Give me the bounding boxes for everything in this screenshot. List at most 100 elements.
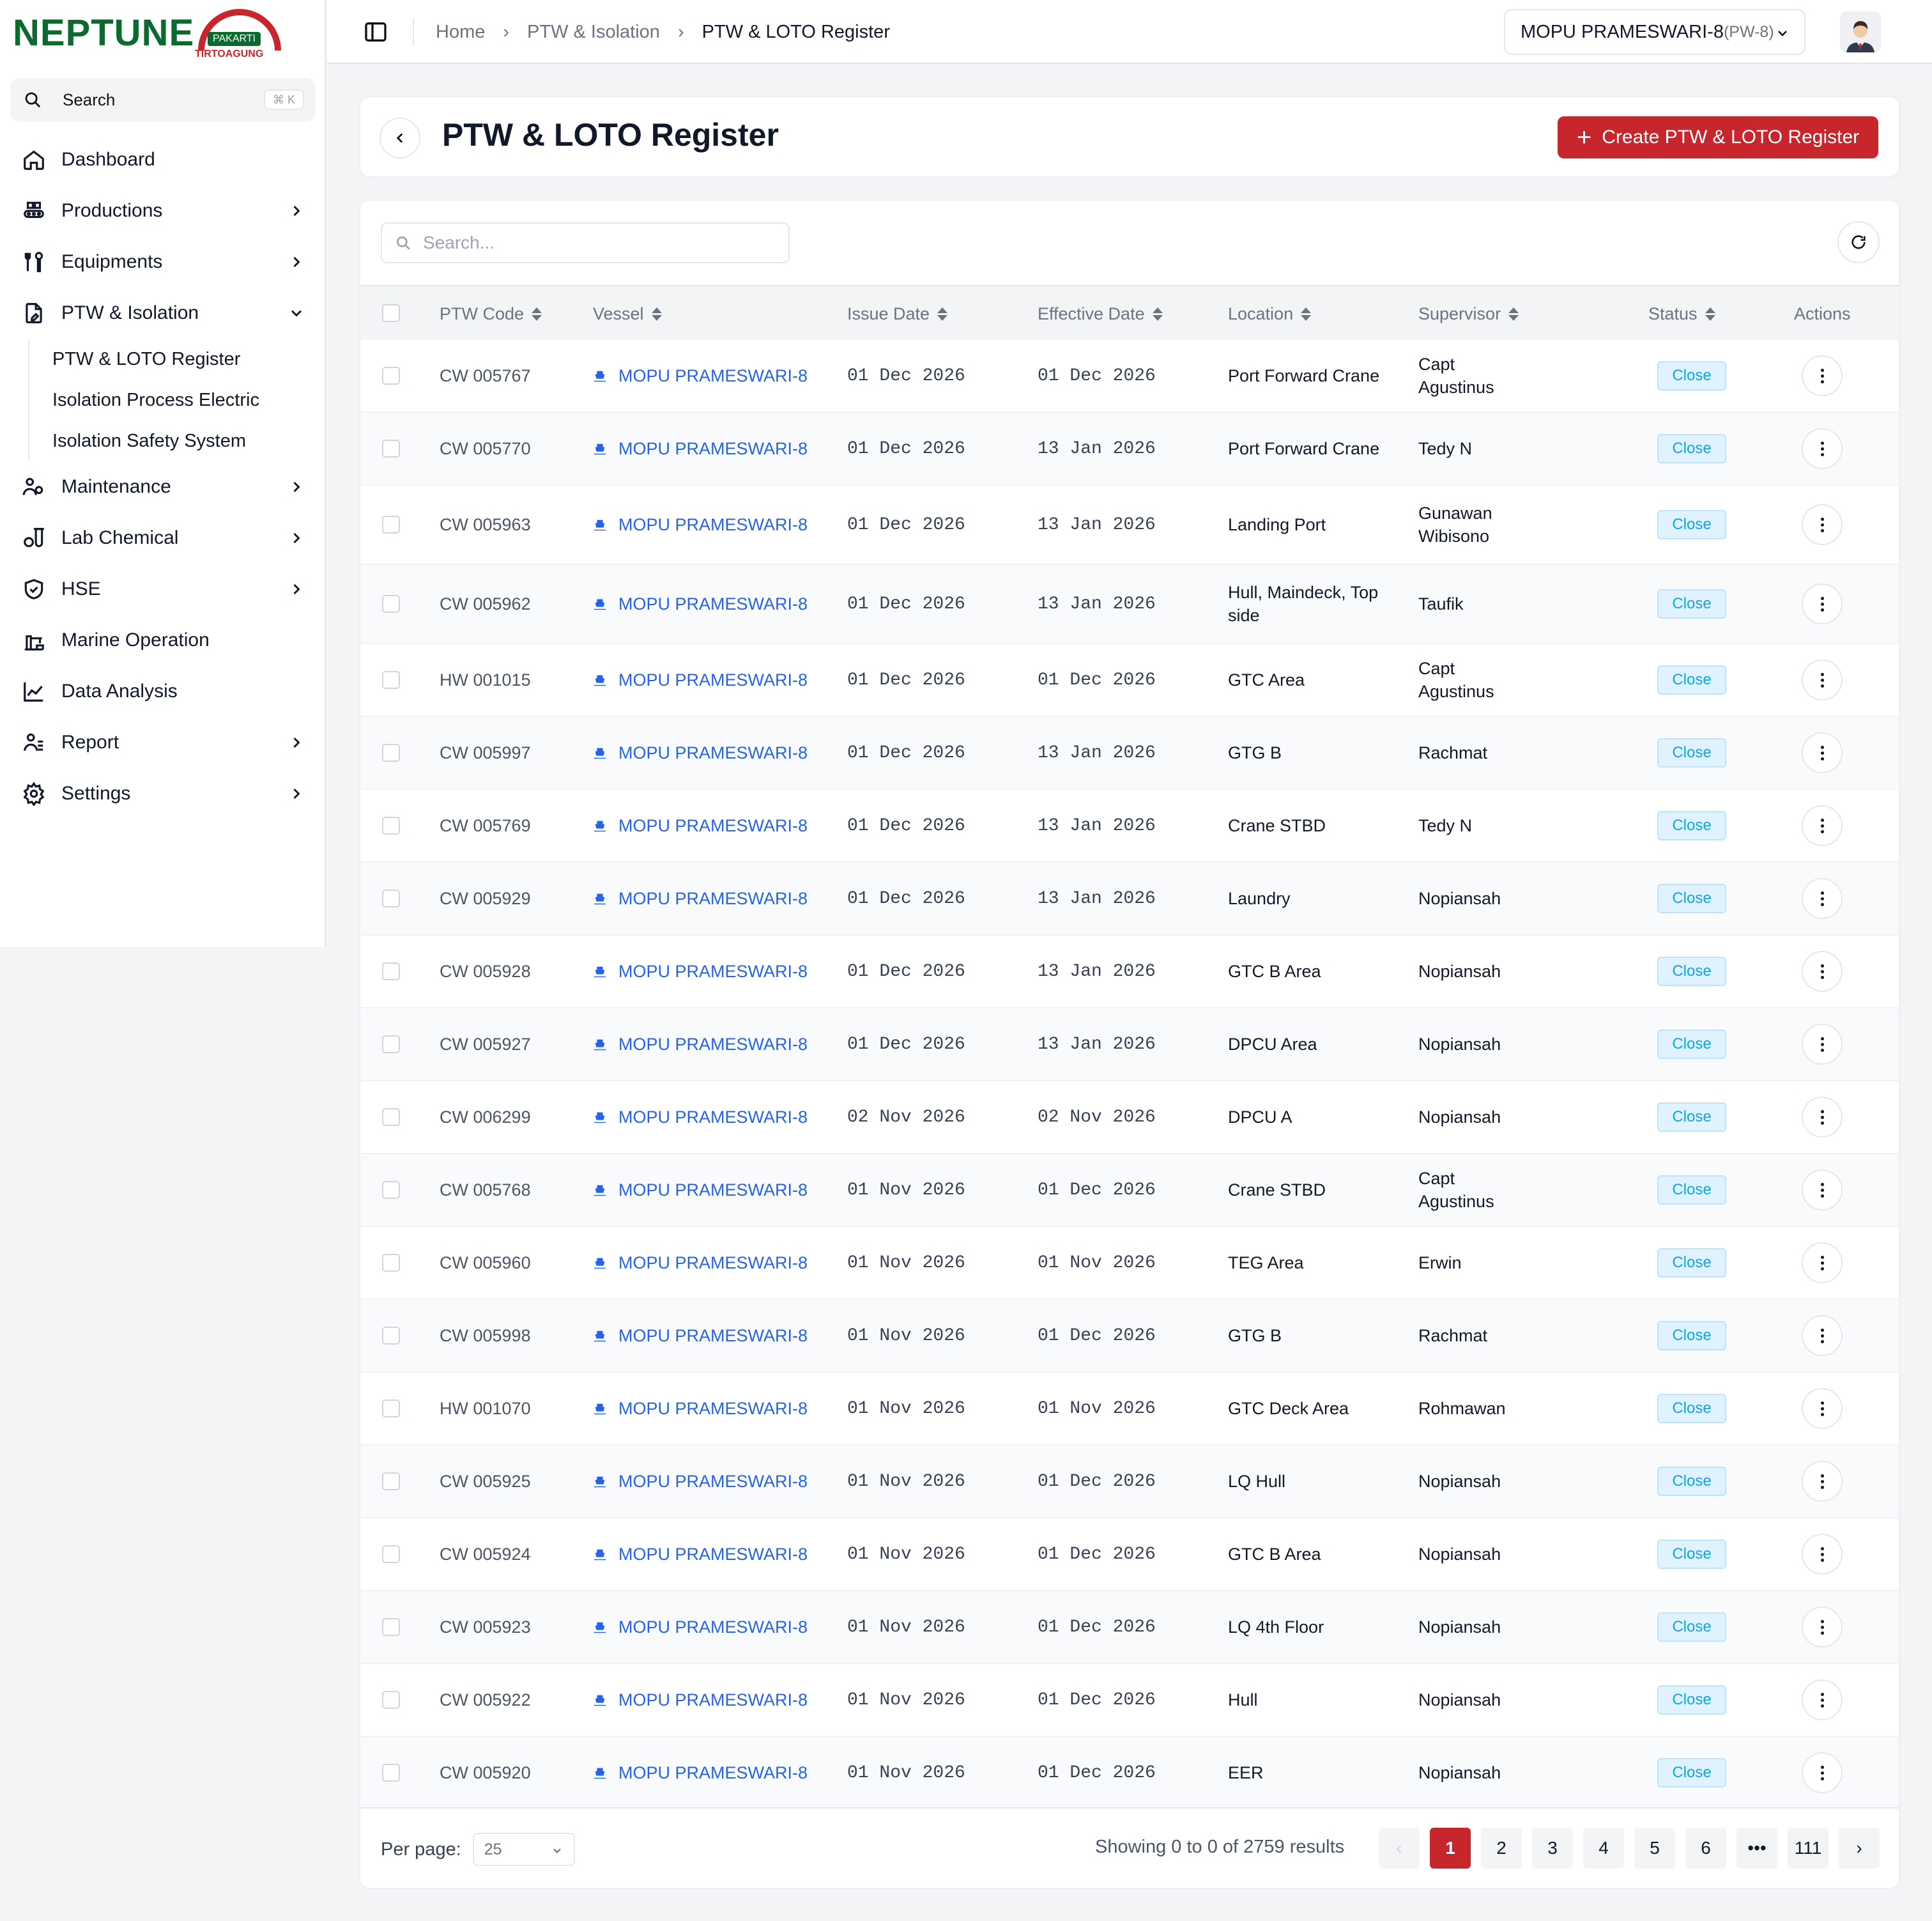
cell-ptw-code[interactable]: CW 006299	[440, 1081, 531, 1153]
page-button[interactable]: 6	[1685, 1828, 1726, 1869]
cell-vessel-link[interactable]: MOPU PRAMESWARI-8	[593, 1446, 808, 1517]
sidebar-item-productions[interactable]: Productions	[10, 185, 316, 236]
page-button[interactable]: 2	[1481, 1828, 1522, 1869]
cell-ptw-code[interactable]: CW 005923	[440, 1591, 531, 1663]
table-row[interactable]: CW 005924 MOPU PRAMESWARI-8 01 Nov 2026 01 …	[360, 1518, 1899, 1591]
cell-ptw-code[interactable]: CW 005925	[440, 1446, 531, 1517]
table-row[interactable]: CW 005998 MOPU PRAMESWARI-8 01 Nov 2026 01 …	[360, 1300, 1899, 1373]
page-button[interactable]: 5	[1634, 1828, 1675, 1869]
cell-ptw-code[interactable]: CW 005922	[440, 1664, 531, 1736]
cell-vessel-link[interactable]: MOPU PRAMESWARI-8	[593, 413, 808, 484]
table-row[interactable]: CW 005925 MOPU PRAMESWARI-8 01 Nov 2026 01 …	[360, 1446, 1899, 1518]
cell-vessel-link[interactable]: MOPU PRAMESWARI-8	[593, 1227, 808, 1299]
row-checkbox[interactable]	[382, 1254, 400, 1272]
cell-ptw-code[interactable]: HW 001015	[440, 644, 531, 716]
page-button[interactable]: 4	[1583, 1828, 1624, 1869]
column-ptw-code[interactable]: PTW Code	[440, 286, 542, 341]
cell-vessel-link[interactable]: MOPU PRAMESWARI-8	[593, 565, 808, 643]
sidebar-item-hse[interactable]: HSE	[10, 564, 316, 615]
row-checkbox[interactable]	[382, 595, 400, 613]
sidebar-item-settings[interactable]: Settings	[10, 768, 316, 819]
neptune-logo[interactable]: NEPTUNE PAKARTI TIRTOAGUNG	[13, 9, 281, 60]
cell-vessel-link[interactable]: MOPU PRAMESWARI-8	[593, 1518, 808, 1590]
per-page-select[interactable]: 25	[472, 1833, 575, 1866]
sidebar-item-maintenance[interactable]: Maintenance	[10, 461, 316, 513]
row-checkbox[interactable]	[382, 962, 400, 980]
row-actions-button[interactable]	[1802, 1607, 1843, 1647]
row-actions-button[interactable]	[1802, 1461, 1843, 1502]
subnav-item-ptw-loto-register[interactable]: PTW & LOTO Register	[52, 339, 316, 380]
vessel-selector[interactable]: MOPU PRAMESWARI-8 (PW-8)	[1504, 9, 1805, 55]
cell-ptw-code[interactable]: CW 005768	[440, 1154, 531, 1226]
row-actions-button[interactable]	[1802, 1315, 1843, 1356]
row-checkbox[interactable]	[382, 1764, 400, 1782]
column-issue-date[interactable]: Issue Date	[847, 286, 948, 341]
sidebar-item-equipments[interactable]: Equipments	[10, 236, 316, 288]
row-actions-button[interactable]	[1802, 732, 1843, 773]
sidebar-toggle-icon[interactable]	[363, 19, 388, 45]
cell-ptw-code[interactable]: CW 005928	[440, 936, 531, 1007]
cell-vessel-link[interactable]: MOPU PRAMESWARI-8	[593, 863, 808, 934]
table-row[interactable]: HW 001070 MOPU PRAMESWARI-8 01 Nov 2026 01 …	[360, 1373, 1899, 1446]
avatar[interactable]	[1840, 12, 1881, 52]
cell-vessel-link[interactable]: MOPU PRAMESWARI-8	[593, 340, 808, 412]
column-effective-date[interactable]: Effective Date	[1038, 286, 1163, 341]
row-checkbox[interactable]	[382, 516, 400, 534]
cell-ptw-code[interactable]: HW 001070	[440, 1373, 531, 1444]
row-actions-button[interactable]	[1802, 1169, 1843, 1210]
breadcrumb-ptw-isolation[interactable]: PTW & Isolation	[527, 22, 660, 43]
table-row[interactable]: CW 005963 MOPU PRAMESWARI-8 01 Dec 2026 13 …	[360, 486, 1899, 565]
cell-ptw-code[interactable]: CW 005927	[440, 1008, 531, 1080]
cell-ptw-code[interactable]: CW 005770	[440, 413, 531, 484]
select-all-checkbox[interactable]	[382, 304, 400, 322]
row-checkbox[interactable]	[382, 1108, 400, 1126]
row-checkbox[interactable]	[382, 890, 400, 907]
row-actions-button[interactable]	[1802, 504, 1843, 545]
row-actions-button[interactable]	[1802, 355, 1843, 396]
table-row[interactable]: CW 005768 MOPU PRAMESWARI-8 01 Nov 2026 01 …	[360, 1154, 1899, 1227]
page-button[interactable]: 1	[1430, 1828, 1471, 1869]
row-checkbox[interactable]	[382, 1400, 400, 1417]
table-row[interactable]: HW 001015 MOPU PRAMESWARI-8 01 Dec 2026 01 …	[360, 644, 1899, 717]
row-actions-button[interactable]	[1802, 583, 1843, 624]
cell-ptw-code[interactable]: CW 005960	[440, 1227, 531, 1299]
sidebar-item-marine-operation[interactable]: Marine Operation	[10, 615, 316, 666]
subnav-item-isolation-safety-system[interactable]: Isolation Safety System	[52, 420, 316, 461]
cell-vessel-link[interactable]: MOPU PRAMESWARI-8	[593, 1008, 808, 1080]
cell-ptw-code[interactable]: CW 005997	[440, 717, 531, 789]
cell-vessel-link[interactable]: MOPU PRAMESWARI-8	[593, 644, 808, 716]
row-checkbox[interactable]	[382, 1181, 400, 1199]
sidebar-item-lab-chemical[interactable]: Lab Chemical	[10, 513, 316, 564]
column-vessel[interactable]: Vessel	[593, 286, 662, 341]
create-ptw-button[interactable]: + Create PTW & LOTO Register	[1558, 116, 1878, 158]
table-row[interactable]: CW 005962 MOPU PRAMESWARI-8 01 Dec 2026 13 …	[360, 565, 1899, 644]
refresh-button[interactable]	[1837, 221, 1880, 263]
row-checkbox[interactable]	[382, 1618, 400, 1636]
sidebar-item-ptw-isolation[interactable]: PTW & Isolation	[10, 288, 316, 339]
row-checkbox[interactable]	[382, 367, 400, 385]
cell-vessel-link[interactable]: MOPU PRAMESWARI-8	[593, 1737, 808, 1809]
table-row[interactable]: CW 005770 MOPU PRAMESWARI-8 01 Dec 2026 13 …	[360, 413, 1899, 486]
column-supervisor[interactable]: Supervisor	[1418, 286, 1519, 341]
row-actions-button[interactable]	[1802, 1242, 1843, 1283]
table-row[interactable]: CW 006299 MOPU PRAMESWARI-8 02 Nov 2026 02 …	[360, 1081, 1899, 1154]
cell-ptw-code[interactable]: CW 005963	[440, 486, 531, 564]
cell-vessel-link[interactable]: MOPU PRAMESWARI-8	[593, 936, 808, 1007]
table-row[interactable]: CW 005960 MOPU PRAMESWARI-8 01 Nov 2026 01 …	[360, 1227, 1899, 1300]
cell-ptw-code[interactable]: CW 005769	[440, 790, 531, 861]
row-actions-button[interactable]	[1802, 951, 1843, 992]
cell-vessel-link[interactable]: MOPU PRAMESWARI-8	[593, 1300, 808, 1371]
table-row[interactable]: CW 005929 MOPU PRAMESWARI-8 01 Dec 2026 13 …	[360, 863, 1899, 936]
cell-vessel-link[interactable]: MOPU PRAMESWARI-8	[593, 717, 808, 789]
table-search-input[interactable]: Search...	[381, 222, 790, 263]
cell-ptw-code[interactable]: CW 005920	[440, 1737, 531, 1809]
row-checkbox[interactable]	[382, 1035, 400, 1053]
row-actions-button[interactable]	[1802, 1752, 1843, 1793]
row-actions-button[interactable]	[1802, 1534, 1843, 1575]
row-checkbox[interactable]	[382, 1691, 400, 1709]
row-actions-button[interactable]	[1802, 1388, 1843, 1429]
table-row[interactable]: CW 005767 MOPU PRAMESWARI-8 01 Dec 2026 01 …	[360, 340, 1899, 413]
row-checkbox[interactable]	[382, 1545, 400, 1563]
row-checkbox[interactable]	[382, 1327, 400, 1345]
table-row[interactable]: CW 005928 MOPU PRAMESWARI-8 01 Dec 2026 13 …	[360, 936, 1899, 1008]
